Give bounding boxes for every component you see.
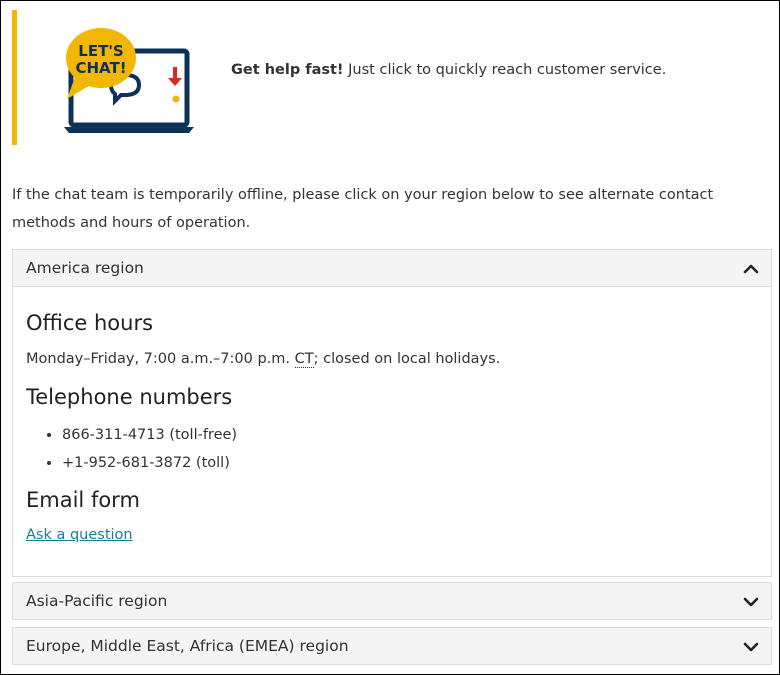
hours-prefix: Monday–Friday, 7:00 a.m.–7:00 p.m. [26,351,295,367]
office-hours-text: Monday–Friday, 7:00 a.m.–7:00 p.m. CT; c… [26,351,501,368]
chevron-up-icon[interactable] [743,261,759,277]
banner-bold-text: Get help fast! [231,62,344,78]
accordion-title-america: America region [26,259,144,277]
chevron-down-icon[interactable] [743,639,759,655]
phone-item: 866-311-4713 (toll-free) [62,421,237,449]
ask-question-link[interactable]: Ask a question [26,527,133,543]
accordion-header-america[interactable]: America region [12,249,772,287]
chat-banner[interactable]: LET'S CHAT! Get help fast! Just click to… [12,10,775,145]
accordion-header-asia-pacific[interactable]: Asia-Pacific region [12,582,772,620]
phone-list: 866-311-4713 (toll-free) +1-952-681-3872… [26,421,237,477]
bubble-text-line2: CHAT! [75,59,126,77]
telephone-heading: Telephone numbers [26,385,233,409]
banner-description: Just click to quickly reach customer ser… [343,62,667,78]
chevron-down-icon[interactable] [743,594,759,610]
laptop-chat-icon[interactable]: LET'S CHAT! [59,23,199,135]
intro-text: If the chat team is temporarily offline,… [12,187,714,231]
phone-item: +1-952-681-3872 (toll) [62,449,237,477]
page-frame: LET'S CHAT! Get help fast! Just click to… [0,0,780,675]
accordion-panel-america: Office hours Monday–Friday, 7:00 a.m.–7:… [12,287,772,577]
bubble-text-line1: LET'S [78,42,123,60]
hours-suffix: ; closed on local holidays. [313,351,501,367]
accordion-title-emea: Europe, Middle East, Africa (EMEA) regio… [26,637,349,655]
accordion-header-emea[interactable]: Europe, Middle East, Africa (EMEA) regio… [12,627,772,665]
banner-text[interactable]: Get help fast! Just click to quickly rea… [231,62,666,78]
accordion-title-asia-pacific: Asia-Pacific region [26,592,168,610]
timezone-abbr: CT [294,351,314,368]
email-form-heading: Email form [26,488,140,512]
office-hours-heading: Office hours [26,311,154,335]
